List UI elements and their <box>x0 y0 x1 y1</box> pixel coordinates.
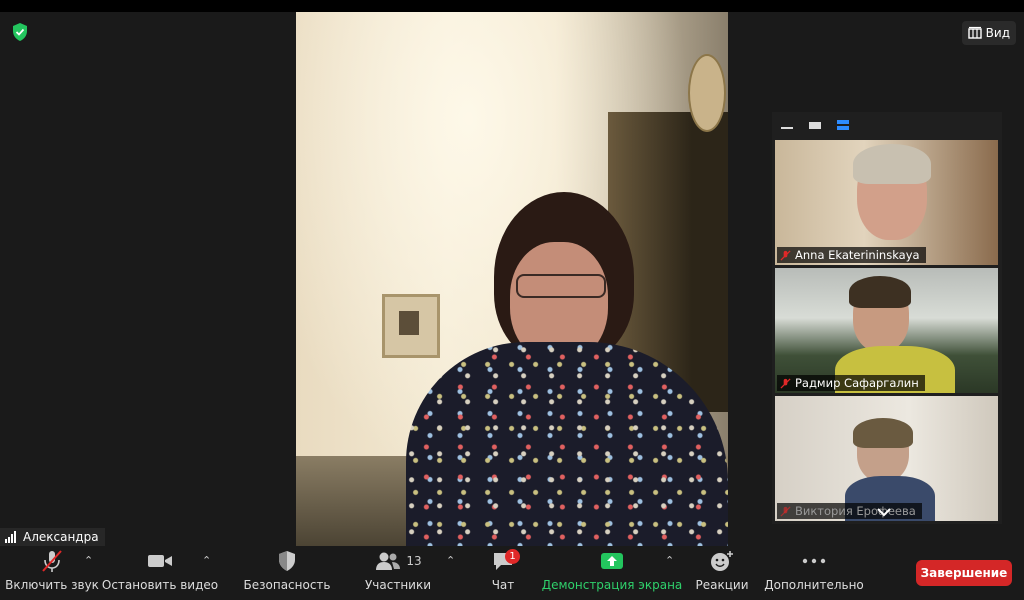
mic-muted-icon <box>780 505 791 517</box>
audio-options-caret[interactable]: ⌃ <box>84 554 93 567</box>
more-dots-icon <box>802 558 826 564</box>
reactions-label: Реакции <box>695 578 749 592</box>
reactions-button[interactable]: Реакции <box>695 546 749 600</box>
signal-strength-icon <box>5 531 16 543</box>
unmute-button[interactable]: Включить звук <box>5 546 99 600</box>
share-screen-label: Демонстрация экрана <box>541 578 683 592</box>
active-speaker-video[interactable] <box>296 12 728 546</box>
self-name-tag: Александра <box>0 528 105 546</box>
end-meeting-button[interactable]: Завершение <box>916 560 1012 586</box>
self-name: Александра <box>23 530 99 544</box>
video-wall-clock <box>688 54 726 132</box>
participant-name-tag: Радмир Сафаргалин <box>777 375 925 391</box>
chat-unread-badge: 1 <box>505 549 520 564</box>
mic-muted-icon <box>780 249 791 261</box>
participants-count: 13 <box>406 554 422 568</box>
mic-muted-icon <box>780 377 791 389</box>
grid-view-icon <box>967 26 982 39</box>
participants-label: Участники <box>364 578 432 592</box>
share-screen-button[interactable]: Демонстрация экрана <box>542 546 682 600</box>
participant-tile[interactable]: Виктория Ерофеева <box>775 396 998 521</box>
meeting-controls-bar: Включить звук ⌃ Остановить видео ⌃ Безоп… <box>0 546 1024 600</box>
shield-icon <box>279 551 295 571</box>
participant-name-tag: Anna Ekaterininskaya <box>777 247 926 263</box>
view-button[interactable]: Вид <box>961 21 1016 45</box>
stop-video-label: Остановить видео <box>101 578 219 592</box>
participant-name: Anna Ekaterininskaya <box>795 248 920 262</box>
participant-hair <box>849 276 911 308</box>
video-wall-picture <box>382 294 440 358</box>
participants-options-caret[interactable]: ⌃ <box>446 554 455 567</box>
participant-hair <box>853 144 931 184</box>
participant-name: Радмир Сафаргалин <box>795 376 919 390</box>
more-label: Дополнительно <box>764 578 864 592</box>
chat-button[interactable]: 1 Чат <box>484 546 522 600</box>
gallery-layout-icon[interactable] <box>836 119 850 131</box>
unmute-label: Включить звук <box>5 578 99 592</box>
participant-tile[interactable]: Радмир Сафаргалин <box>775 268 998 393</box>
video-camera-icon <box>148 555 172 567</box>
participant-name-tag: Виктория Ерофеева <box>777 503 922 519</box>
security-button[interactable]: Безопасность <box>243 546 331 600</box>
encryption-shield-icon[interactable] <box>10 22 30 42</box>
minimize-gallery-icon[interactable] <box>780 120 794 130</box>
mic-muted-icon <box>42 550 62 572</box>
participant-hair <box>853 418 913 448</box>
view-button-label: Вид <box>985 26 1010 40</box>
single-speaker-icon[interactable] <box>808 120 822 130</box>
video-options-caret[interactable]: ⌃ <box>202 554 211 567</box>
participant-tile[interactable]: Anna Ekaterininskaya <box>775 140 998 265</box>
smiley-add-icon <box>711 551 733 571</box>
gallery-strip[interactable]: Anna Ekaterininskaya Радмир Сафаргалин В… <box>772 112 1002 524</box>
participants-icon <box>376 552 401 570</box>
gallery-layout-toolbar <box>772 112 1010 138</box>
share-options-caret[interactable]: ⌃ <box>665 554 674 567</box>
participant-name: Виктория Ерофеева <box>795 504 916 518</box>
chevron-down-icon[interactable] <box>872 506 896 520</box>
speaker-glasses <box>516 274 606 298</box>
participants-button[interactable]: 13 Участники <box>362 546 434 600</box>
more-button[interactable]: Дополнительно <box>764 546 864 600</box>
security-label: Безопасность <box>243 578 331 592</box>
share-screen-icon <box>601 553 623 569</box>
stop-video-button[interactable]: Остановить видео <box>102 546 218 600</box>
window-top-bar <box>0 0 1024 12</box>
chat-label: Чат <box>491 578 515 592</box>
